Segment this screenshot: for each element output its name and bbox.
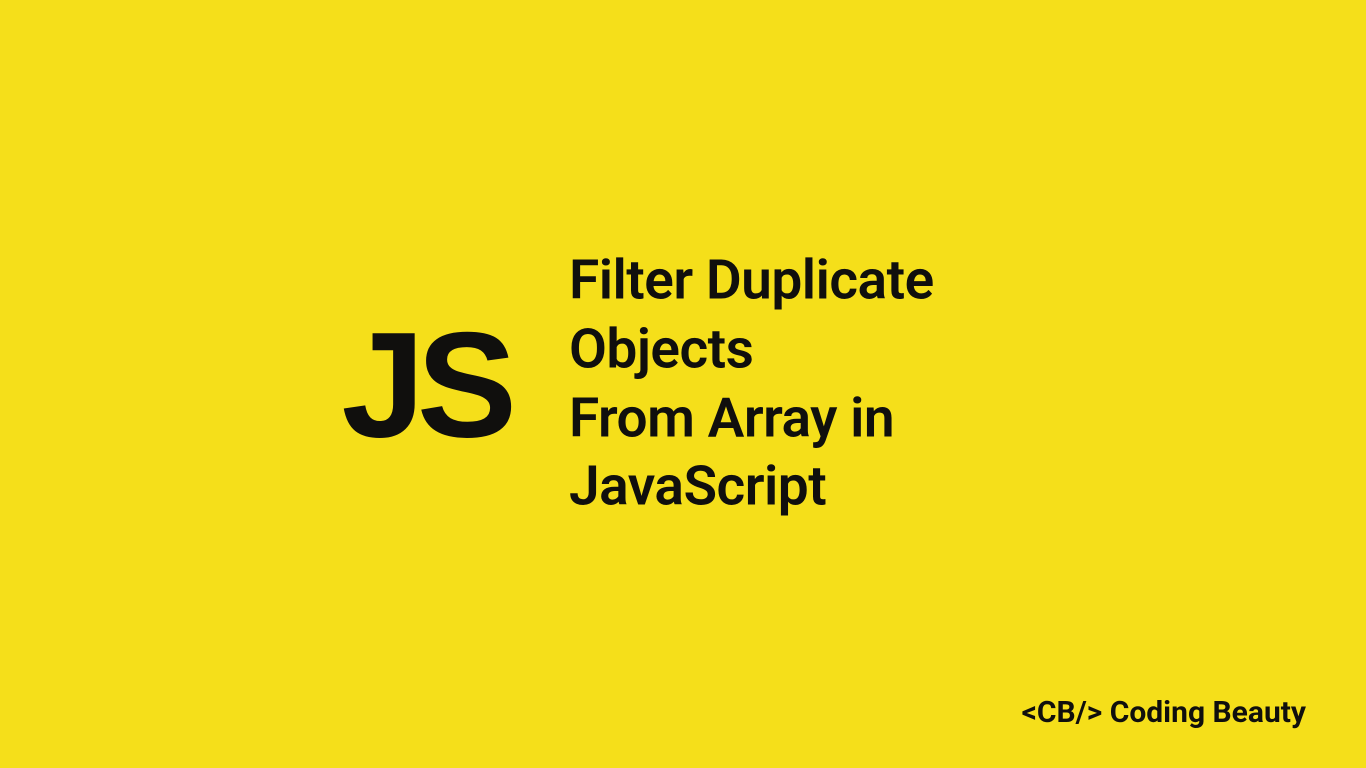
title-line-1: Filter Duplicate Objects xyxy=(569,247,1025,385)
article-title: Filter Duplicate Objects From Array in J… xyxy=(569,247,1025,522)
brand-footer: <CB/> Coding Beauty xyxy=(1022,695,1306,730)
title-line-2: From Array in JavaScript xyxy=(569,384,1025,522)
main-content: JS Filter Duplicate Objects From Array i… xyxy=(342,247,1025,522)
js-logo: JS xyxy=(342,309,509,459)
